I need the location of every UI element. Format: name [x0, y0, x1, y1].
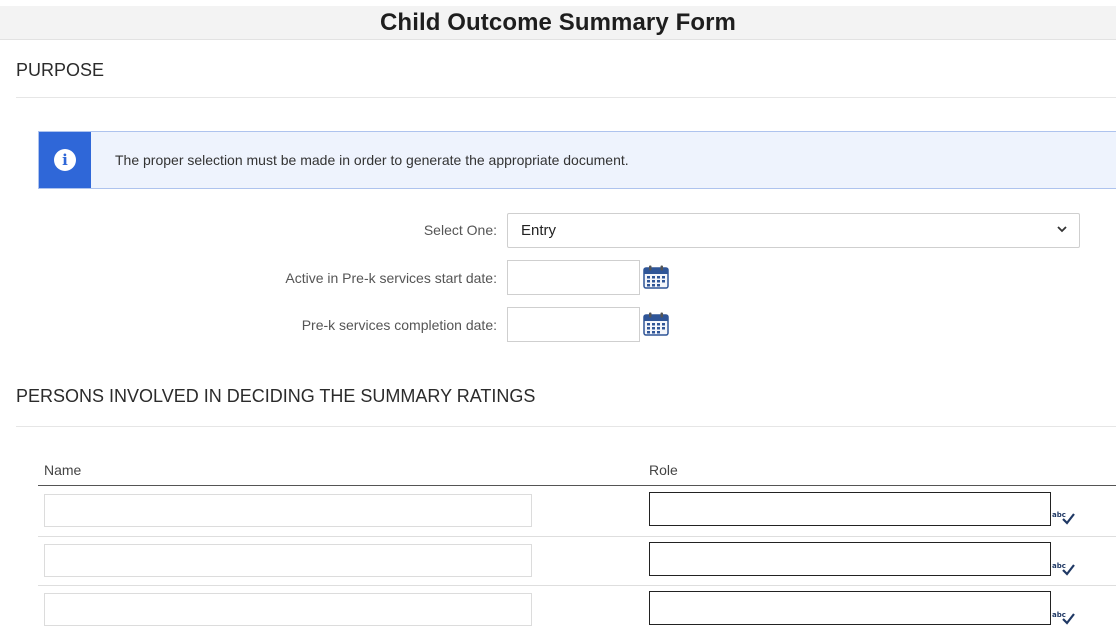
row-separator	[38, 585, 1116, 586]
completion-date-label: Pre-k services completion date:	[301, 317, 497, 333]
info-icon: i	[54, 149, 76, 171]
person-role-input[interactable]	[649, 542, 1051, 576]
person-role-input[interactable]	[649, 591, 1051, 625]
page-title: Child Outcome Summary Form	[380, 8, 736, 36]
name-column-header: Name	[44, 462, 82, 478]
calendar-icon[interactable]	[643, 265, 669, 289]
info-alert: i The proper selection must be made in o…	[38, 131, 1116, 189]
purpose-divider	[16, 97, 1116, 98]
row-separator	[38, 536, 1116, 537]
person-name-input[interactable]	[44, 593, 532, 626]
person-role-input[interactable]	[649, 492, 1051, 526]
spellcheck-icon[interactable]: abc	[1052, 560, 1076, 576]
select-one-label: Select One:	[423, 222, 497, 238]
chevron-down-icon	[1057, 226, 1067, 233]
svg-text:abc: abc	[1052, 611, 1066, 619]
title-bar: Child Outcome Summary Form	[0, 6, 1116, 40]
persons-heading: PERSONS INVOLVED IN DECIDING THE SUMMARY…	[16, 386, 536, 406]
start-date-input[interactable]	[507, 260, 640, 295]
info-message: The proper selection must be made in ord…	[115, 152, 629, 168]
person-name-input[interactable]	[44, 544, 532, 577]
spellcheck-icon[interactable]: abc	[1052, 609, 1076, 625]
grid-header-line	[38, 485, 1116, 486]
completion-date-input[interactable]	[507, 307, 640, 342]
start-date-label: Active in Pre-k services start date:	[285, 270, 497, 286]
svg-text:abc: abc	[1052, 511, 1066, 519]
purpose-heading: PURPOSE	[16, 60, 105, 80]
info-icon-column: i	[39, 132, 91, 188]
calendar-icon[interactable]	[643, 312, 669, 336]
purpose-select[interactable]: Entry	[507, 213, 1080, 248]
svg-text:abc: abc	[1052, 562, 1066, 570]
spellcheck-icon[interactable]: abc	[1052, 509, 1076, 525]
role-column-header: Role	[649, 462, 678, 478]
person-name-input[interactable]	[44, 494, 532, 527]
purpose-select-value: Entry	[521, 222, 557, 239]
persons-divider	[16, 426, 1116, 427]
